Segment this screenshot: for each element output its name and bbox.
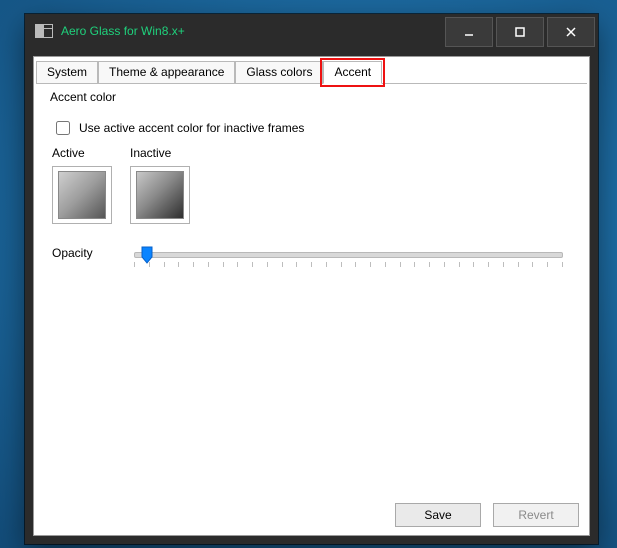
inactive-swatch-label: Inactive bbox=[130, 146, 190, 160]
footer-buttons: Save Revert bbox=[395, 503, 579, 527]
window-controls bbox=[445, 14, 598, 48]
use-active-for-inactive-row[interactable]: Use active accent color for inactive fra… bbox=[52, 118, 577, 138]
use-active-for-inactive-label: Use active accent color for inactive fra… bbox=[79, 121, 304, 135]
use-active-for-inactive-checkbox[interactable] bbox=[56, 121, 70, 135]
save-button[interactable]: Save bbox=[395, 503, 481, 527]
tab-label: System bbox=[47, 65, 87, 79]
slider-thumb-icon bbox=[141, 246, 153, 264]
tab-page-accent: Accent color Use active accent color for… bbox=[36, 83, 587, 491]
tab-accent[interactable]: Accent bbox=[323, 61, 382, 84]
tab-label: Theme & appearance bbox=[109, 65, 224, 79]
app-icon bbox=[35, 24, 53, 38]
inactive-accent-swatch[interactable] bbox=[136, 171, 184, 219]
slider-track bbox=[134, 252, 563, 258]
swatch-row: Active Inactive bbox=[52, 146, 577, 224]
active-swatch-label: Active bbox=[52, 146, 112, 160]
tab-theme-appearance[interactable]: Theme & appearance bbox=[98, 61, 235, 83]
slider-thumb[interactable] bbox=[141, 246, 153, 264]
minimize-button[interactable] bbox=[445, 17, 493, 47]
active-swatch-frame bbox=[52, 166, 112, 224]
app-window: Aero Glass for Win8.x+ System Theme & ap… bbox=[25, 14, 598, 544]
slider-ticks bbox=[134, 262, 563, 270]
window-title: Aero Glass for Win8.x+ bbox=[61, 24, 185, 38]
active-accent-swatch[interactable] bbox=[58, 171, 106, 219]
tab-system[interactable]: System bbox=[36, 61, 98, 83]
close-button[interactable] bbox=[547, 17, 595, 47]
opacity-row: Opacity bbox=[52, 246, 577, 276]
group-label-accent-color: Accent color bbox=[50, 90, 577, 104]
opacity-slider[interactable] bbox=[134, 246, 563, 276]
active-swatch-col: Active bbox=[52, 146, 112, 224]
client-area: System Theme & appearance Glass colors A… bbox=[33, 56, 590, 536]
inactive-swatch-col: Inactive bbox=[130, 146, 190, 224]
opacity-label: Opacity bbox=[52, 246, 134, 260]
inactive-swatch-frame bbox=[130, 166, 190, 224]
titlebar[interactable]: Aero Glass for Win8.x+ bbox=[25, 14, 598, 48]
tab-glass-colors[interactable]: Glass colors bbox=[235, 61, 323, 83]
close-icon bbox=[565, 26, 577, 38]
maximize-button[interactable] bbox=[496, 17, 544, 47]
maximize-icon bbox=[514, 26, 526, 38]
tab-strip: System Theme & appearance Glass colors A… bbox=[34, 59, 589, 83]
minimize-icon bbox=[463, 26, 475, 38]
revert-button[interactable]: Revert bbox=[493, 503, 579, 527]
tab-label: Accent bbox=[334, 65, 371, 79]
tab-label: Glass colors bbox=[246, 65, 312, 79]
